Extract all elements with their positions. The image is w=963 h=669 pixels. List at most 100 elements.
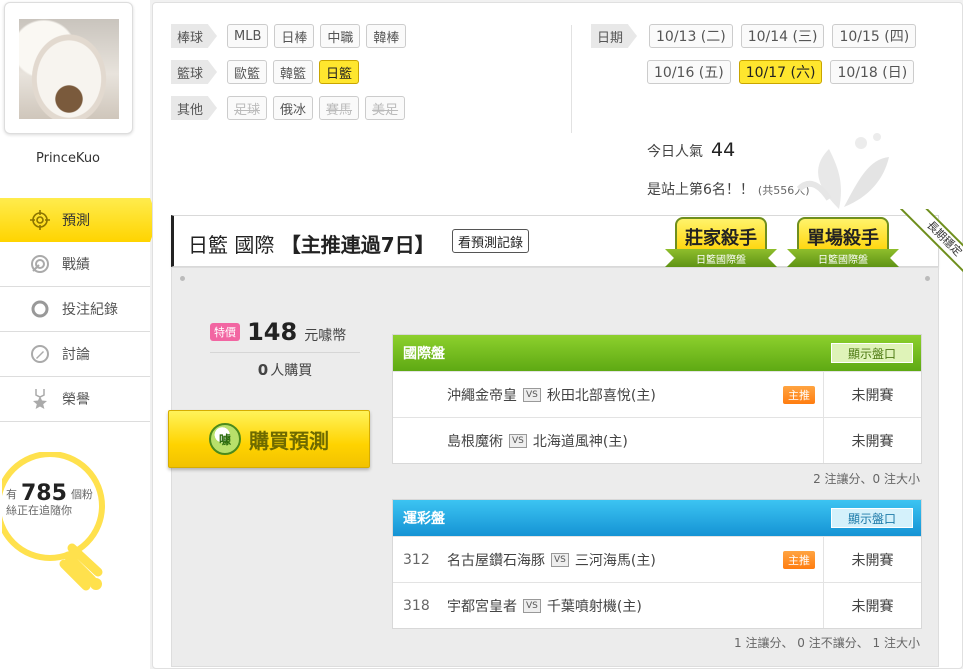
main-panel: 棒球 MLB 日棒 中職 韓棒 籃球 歐籃 韓籃 日籃 其他 足球 俄冰 賽馬 …	[152, 2, 963, 669]
filter-chip-horse: 賽馬	[319, 96, 360, 120]
team-home: 北海道風神(主)	[532, 433, 628, 450]
table-row: 沖繩金帝皇 VS 秋田北部喜悅(主) 主推 未開賽	[393, 371, 921, 417]
sidebar-item-label: 榮譽	[62, 392, 90, 408]
sidebar-item-label: 討論	[62, 347, 90, 363]
matchup: 島根魔術 VS 北海道風神(主)	[447, 431, 823, 451]
fans-unit: 個粉	[70, 488, 93, 501]
sidebar-item-bets[interactable]: 投注紀錄	[0, 287, 150, 332]
filter-chip-npb[interactable]: 日棒	[274, 24, 315, 48]
filter-row-basketball: 籃球 歐籃 韓籃 日籃	[171, 59, 412, 85]
filter-chip-khl[interactable]: 俄冰	[273, 96, 314, 120]
avatar[interactable]	[19, 19, 119, 119]
record-icon	[30, 254, 50, 274]
discuss-icon	[30, 344, 50, 364]
filter-label: 籃球	[171, 60, 217, 84]
date-chip-1014[interactable]: 10/14 (三)	[740, 24, 825, 48]
show-odds-button[interactable]: 顯示盤口	[831, 508, 913, 528]
sidebar-item-discuss[interactable]: 討論	[0, 332, 150, 377]
sidebar-item-record[interactable]: 戰績	[0, 242, 150, 287]
fans-prefix: 有	[6, 488, 17, 501]
date-filters: 日期 10/13 (二) 10/14 (三) 10/15 (四) 10/16 (…	[591, 23, 924, 95]
odds-header: 國際盤 顯示盤口	[393, 335, 921, 371]
odds-title: 國際盤	[403, 346, 445, 362]
filter-chip-kr-basketball[interactable]: 韓籃	[273, 60, 314, 84]
filter-chip-euro-basketball[interactable]: 歐籃	[227, 60, 268, 84]
fans-line2: 絲正在追隨你	[6, 504, 72, 517]
sport-filters: 棒球 MLB 日棒 中職 韓棒 籃球 歐籃 韓籃 日籃 其他 足球 俄冰 賽馬 …	[171, 23, 412, 131]
odds-header: 運彩盤 顯示盤口	[393, 500, 921, 536]
team-away: 名古屋鑽石海豚	[447, 552, 545, 569]
date-row-1: 日期 10/13 (二) 10/14 (三) 10/15 (四)	[591, 23, 924, 49]
sidebar-item-label: 投注紀錄	[62, 302, 118, 318]
sidebar: PrinceKuo 預測 戰績 投注紀錄 討論 榮譽 有 785 個粉 絲正在追…	[0, 0, 158, 669]
buy-button-label: 購買預測	[249, 428, 329, 453]
table-row: 318 宇都宮皇者 VS 千葉噴射機(主) 未開賽	[393, 582, 921, 628]
game-code: 318	[403, 597, 430, 614]
team-away: 宇都宮皇者	[447, 598, 517, 615]
matchup: 宇都宮皇者 VS 千葉噴射機(主)	[447, 596, 823, 616]
date-chip-1015[interactable]: 10/15 (四)	[832, 24, 917, 48]
game-status: 未開賽	[823, 537, 921, 582]
sidebar-item-label: 預測	[62, 213, 90, 229]
username[interactable]: PrinceKuo	[0, 151, 136, 166]
date-chip-1013[interactable]: 10/13 (二)	[649, 24, 733, 48]
rank-text: 是站上第6名！！	[647, 182, 754, 198]
prediction-content: 特價 148 元噱幣 0 人購買 噱 購買預測 國際盤 顯示盤口 沖繩金帝皇 VS…	[168, 267, 939, 667]
honor-icon	[30, 389, 50, 409]
divider	[571, 25, 572, 133]
date-label: 日期	[591, 24, 637, 48]
price-unit: 元噱幣	[304, 328, 347, 344]
filter-row-other: 其他 足球 俄冰 賽馬 美足	[171, 95, 412, 121]
international-summary: 2 注讓分、0 注大小	[813, 472, 920, 486]
buyers-count: 0 人購買	[210, 360, 360, 380]
game-status: 未開賽	[823, 583, 921, 628]
sidebar-nav: 預測 戰績 投注紀錄 討論 榮譽	[0, 198, 158, 422]
show-odds-button[interactable]: 顯示盤口	[831, 343, 913, 363]
streak-text: 【主推連過7日】	[280, 233, 435, 257]
league-name: 日籃 國際	[188, 233, 275, 257]
filter-label: 棒球	[171, 24, 217, 48]
lottery-summary: 1 注讓分、 0 注不讓分、 1 注大小	[734, 636, 920, 650]
decorative-leaf-icon	[796, 133, 889, 209]
circle-icon	[30, 299, 50, 319]
fans-text: 有 785 個粉 絲正在追隨你	[6, 483, 93, 519]
filter-chip-kbo[interactable]: 韓棒	[366, 24, 407, 48]
international-odds-table: 國際盤 顯示盤口 沖繩金帝皇 VS 秋田北部喜悅(主) 主推 未開賽 島根魔術 …	[392, 334, 922, 464]
vs-icon: VS	[523, 598, 541, 613]
filter-chip-mlb[interactable]: MLB	[227, 24, 269, 48]
sidebar-item-honor[interactable]: 榮譽	[0, 377, 150, 422]
filter-chip-nfl: 美足	[365, 96, 406, 120]
divider	[210, 352, 360, 353]
filter-chip-jp-basketball[interactable]: 日籃	[319, 60, 360, 84]
game-code: 312	[403, 551, 430, 568]
avatar-card[interactable]	[4, 2, 133, 134]
main-pick-badge: 主推	[783, 551, 815, 569]
team-home: 千葉噴射機(主)	[546, 598, 642, 615]
view-history-button[interactable]: 看預測記錄	[452, 229, 530, 253]
special-price-tag: 特價	[210, 323, 240, 341]
matchup: 名古屋鑽石海豚 VS 三河海馬(主)	[447, 550, 823, 570]
buyers-number: 0	[257, 361, 269, 379]
date-chip-1016[interactable]: 10/16 (五)	[647, 60, 731, 84]
game-status: 未開賽	[823, 418, 921, 463]
lightbulb-icon	[2, 452, 105, 591]
rivet-icon	[180, 276, 185, 281]
filter-chip-cpbl[interactable]: 中職	[320, 24, 361, 48]
badge-subtitle: 日籃國際盤	[665, 249, 777, 267]
table-row: 島根魔術 VS 北海道風神(主) 未開賽	[393, 417, 921, 463]
team-away: 島根魔術	[447, 433, 503, 450]
filter-row-baseball: 棒球 MLB 日棒 中職 韓棒	[171, 23, 412, 49]
badge-subtitle: 日籃國際盤	[787, 249, 899, 267]
sidebar-item-predict[interactable]: 預測	[0, 198, 158, 242]
vs-icon: VS	[551, 552, 569, 567]
date-chip-1018[interactable]: 10/18 (日)	[830, 60, 915, 84]
coin-icon: 噱	[209, 423, 241, 455]
buy-prediction-button[interactable]: 噱 購買預測	[168, 410, 370, 468]
team-away: 沖繩金帝皇	[447, 387, 517, 404]
date-chip-1017[interactable]: 10/17 (六)	[738, 60, 823, 84]
date-row-2: 10/16 (五) 10/17 (六) 10/18 (日)	[591, 59, 924, 85]
popularity-value: 44	[711, 139, 736, 161]
vs-icon: VS	[509, 433, 527, 448]
popularity-label: 今日人氣	[647, 144, 703, 160]
lottery-odds-table: 運彩盤 顯示盤口 312 名古屋鑽石海豚 VS 三河海馬(主) 主推 未開賽 3…	[392, 499, 922, 629]
